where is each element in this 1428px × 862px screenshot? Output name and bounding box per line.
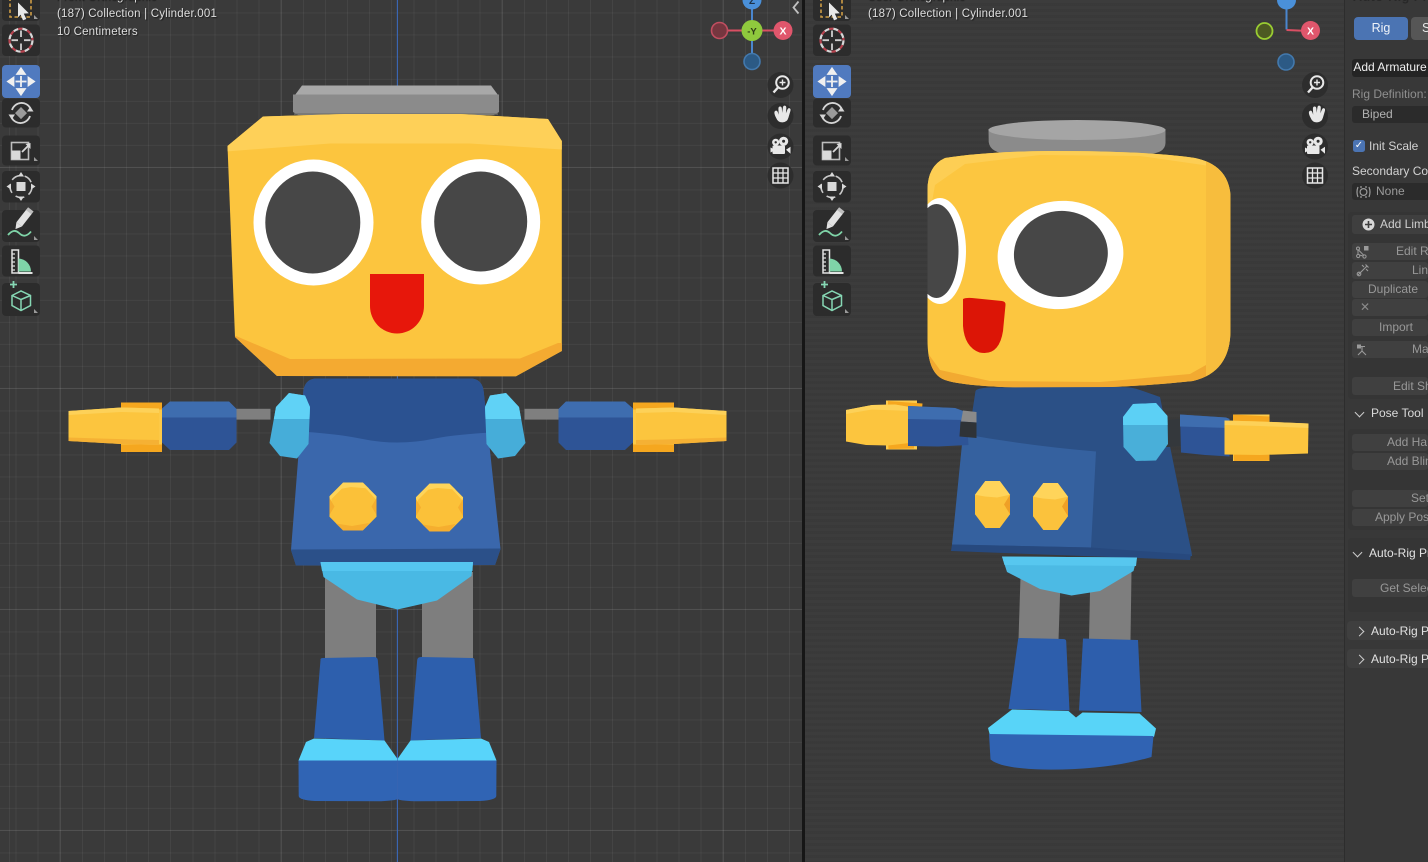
svg-text:X: X: [1307, 26, 1314, 38]
svg-text:Z: Z: [749, 0, 755, 7]
svg-text:-Y: -Y: [747, 27, 757, 38]
svg-text:X: X: [779, 26, 786, 38]
